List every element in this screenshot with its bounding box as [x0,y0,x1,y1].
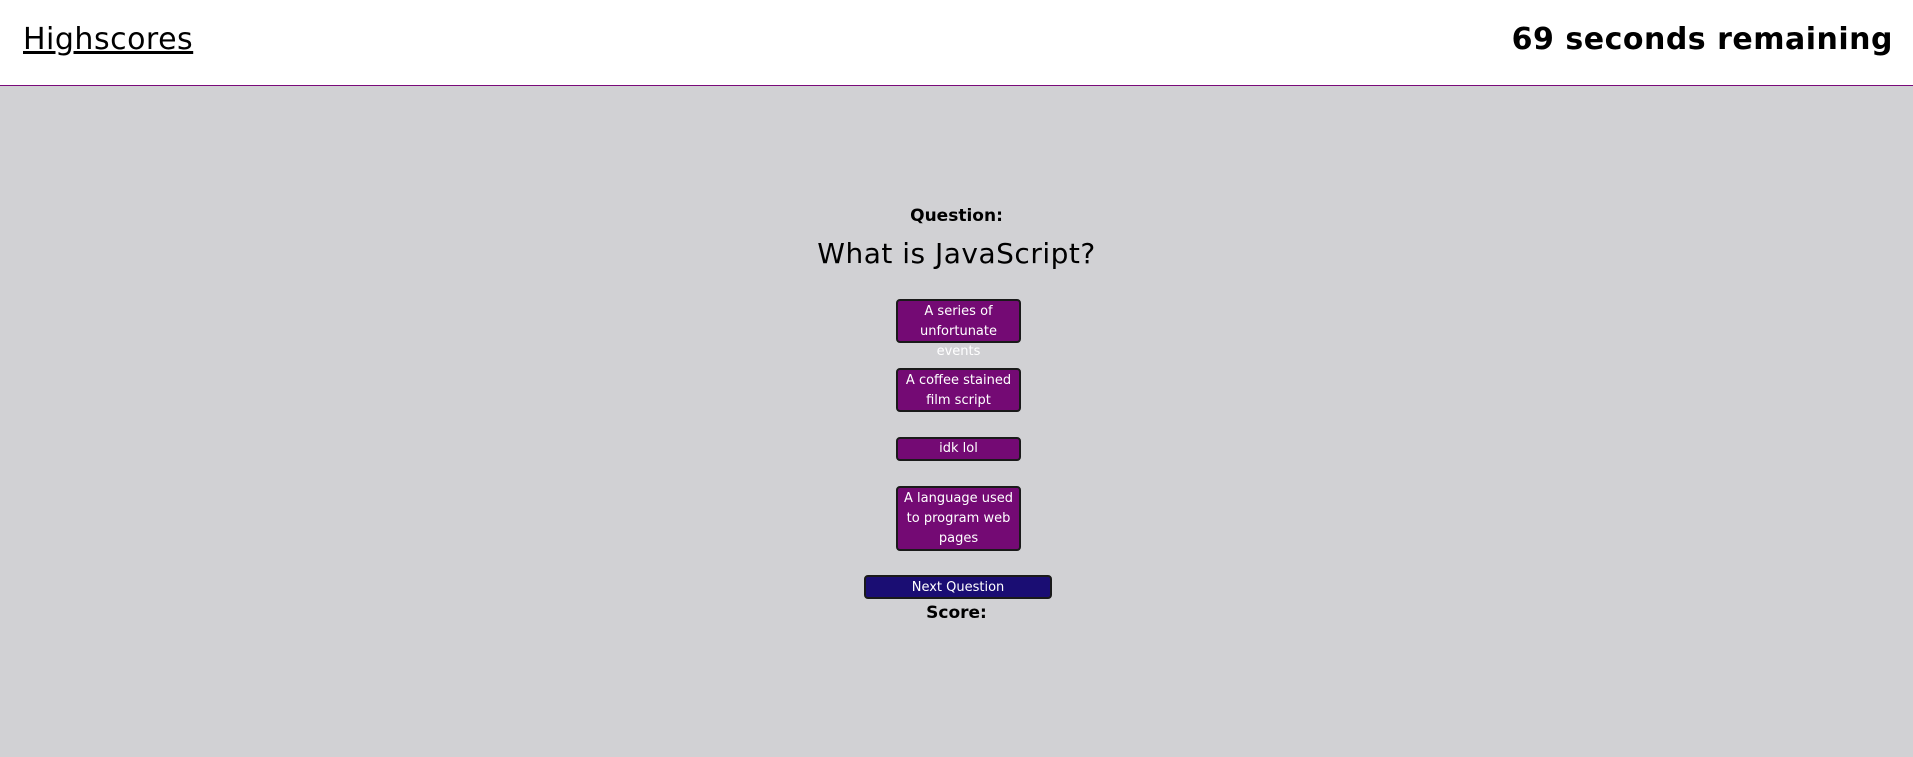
question-label: Question: [910,206,1003,226]
answer-button-1[interactable]: A series of unfortunate events [896,299,1021,359]
highscores-link[interactable]: Highscores [23,22,193,57]
question-text: What is JavaScript? [817,237,1096,270]
answer-button-4[interactable]: A language used to program web pages [896,486,1021,551]
score-label: Score: [926,603,987,623]
header-bar: Highscores 69 seconds remaining [0,0,1913,86]
next-question-button[interactable]: Next Question [864,575,1052,599]
answer-button-2[interactable]: A coffee stained film script [896,368,1021,412]
answer-button-3[interactable]: idk lol [896,437,1021,461]
timer-text: 69 seconds remaining [1511,22,1893,57]
